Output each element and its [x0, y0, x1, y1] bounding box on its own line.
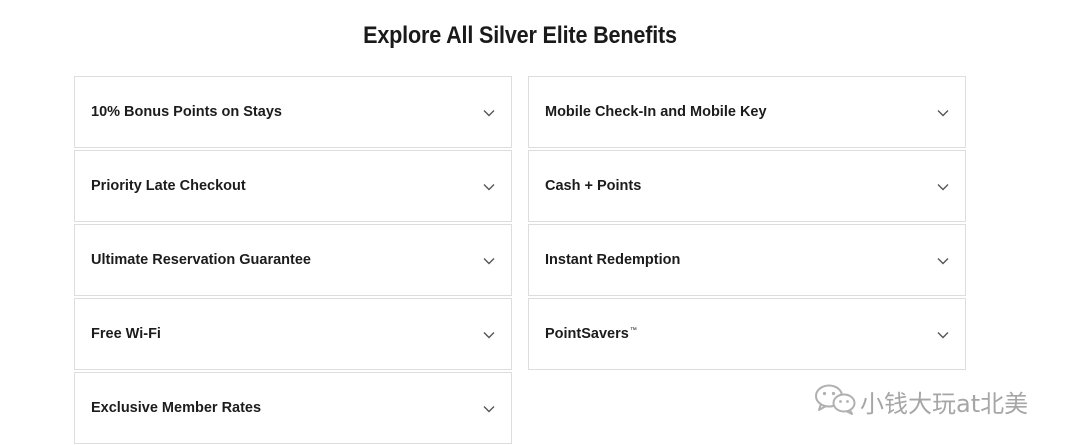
chevron-down-icon [483, 109, 495, 117]
benefit-item-exclusive-member-rates[interactable]: Exclusive Member Rates [74, 372, 512, 444]
benefit-item-free-wifi[interactable]: Free Wi-Fi [74, 298, 512, 370]
benefit-label: Cash + Points [545, 178, 642, 194]
benefit-item-cash-points[interactable]: Cash + Points [528, 150, 966, 222]
benefit-label: 10% Bonus Points on Stays [91, 104, 282, 120]
benefit-item-priority-late-checkout[interactable]: Priority Late Checkout [74, 150, 512, 222]
benefit-item-instant-redemption[interactable]: Instant Redemption [528, 224, 966, 296]
benefit-label: Ultimate Reservation Guarantee [91, 252, 311, 268]
benefit-item-reservation-guarantee[interactable]: Ultimate Reservation Guarantee [74, 224, 512, 296]
chevron-down-icon [937, 109, 949, 117]
benefit-label: PointSavers™ [545, 326, 637, 342]
watermark: 小钱大玩at北美 [814, 380, 1054, 420]
wechat-logo-icon [814, 382, 858, 416]
benefit-item-mobile-check-in[interactable]: Mobile Check-In and Mobile Key [528, 76, 966, 148]
benefit-item-bonus-points[interactable]: 10% Bonus Points on Stays [74, 76, 512, 148]
benefit-label: Exclusive Member Rates [91, 400, 262, 416]
chevron-down-icon [937, 257, 949, 265]
chevron-down-icon [937, 183, 949, 191]
benefit-label: Instant Redemption [545, 252, 681, 268]
benefit-label-text: PointSavers [545, 326, 629, 342]
benefit-item-pointsavers[interactable]: PointSavers™ [528, 298, 966, 370]
chevron-down-icon [483, 257, 495, 265]
chevron-down-icon [483, 405, 495, 413]
benefit-label: Free Wi-Fi [91, 326, 161, 342]
page-title: Explore All Silver Elite Benefits [363, 22, 677, 49]
chevron-down-icon [483, 331, 495, 339]
trademark-symbol: ™ [629, 327, 637, 334]
benefit-label: Priority Late Checkout [91, 178, 246, 194]
chevron-down-icon [937, 331, 949, 339]
benefit-label: Mobile Check-In and Mobile Key [545, 104, 767, 120]
watermark-text: 小钱大玩at北美 [860, 390, 1029, 418]
chevron-down-icon [483, 183, 495, 191]
